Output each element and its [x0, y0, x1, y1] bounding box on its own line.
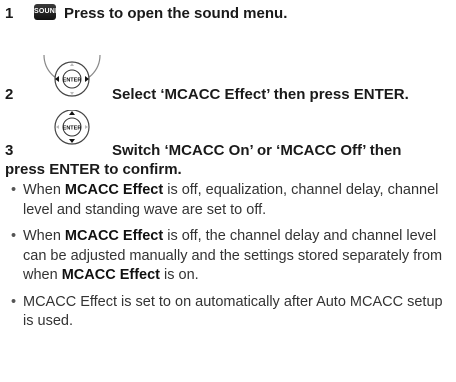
note-bold-term: MCACC Effect [64, 182, 164, 198]
note-item-3: MCACC Effect is set to on automatically … [8, 293, 454, 332]
step-1-text: Press to open the sound menu. [64, 5, 288, 22]
step-3-number: 3 [5, 142, 14, 159]
sound-button-icon: SOUND [34, 4, 60, 20]
step-3-text-line-2: press ENTER to confirm. [5, 161, 182, 178]
note-bold-term: MCACC Effect [61, 267, 160, 283]
enter-dial-up-down-icon: ENTER [54, 110, 90, 145]
step-2-number: 2 [5, 86, 14, 103]
note-item-2: When MCACC Effect is off, the channel de… [8, 227, 454, 286]
enter-label: ENTER [63, 78, 82, 84]
note-item-1: When MCACC Effect is off, equalization, … [8, 181, 454, 220]
enter-label: ENTER [63, 126, 82, 132]
step-2-text: Select ‘MCACC Effect’ then press ENTER. [112, 86, 409, 103]
note-bold-term: MCACC Effect [64, 228, 164, 244]
notes-list: When MCACC Effect is off, equalization, … [8, 181, 454, 332]
enter-dial-left-right-icon: ENTER [43, 55, 101, 97]
step-3-text-line-1: Switch ‘MCACC On’ or ‘MCACC Off’ then [112, 142, 402, 159]
step-1-number: 1 [5, 5, 14, 22]
